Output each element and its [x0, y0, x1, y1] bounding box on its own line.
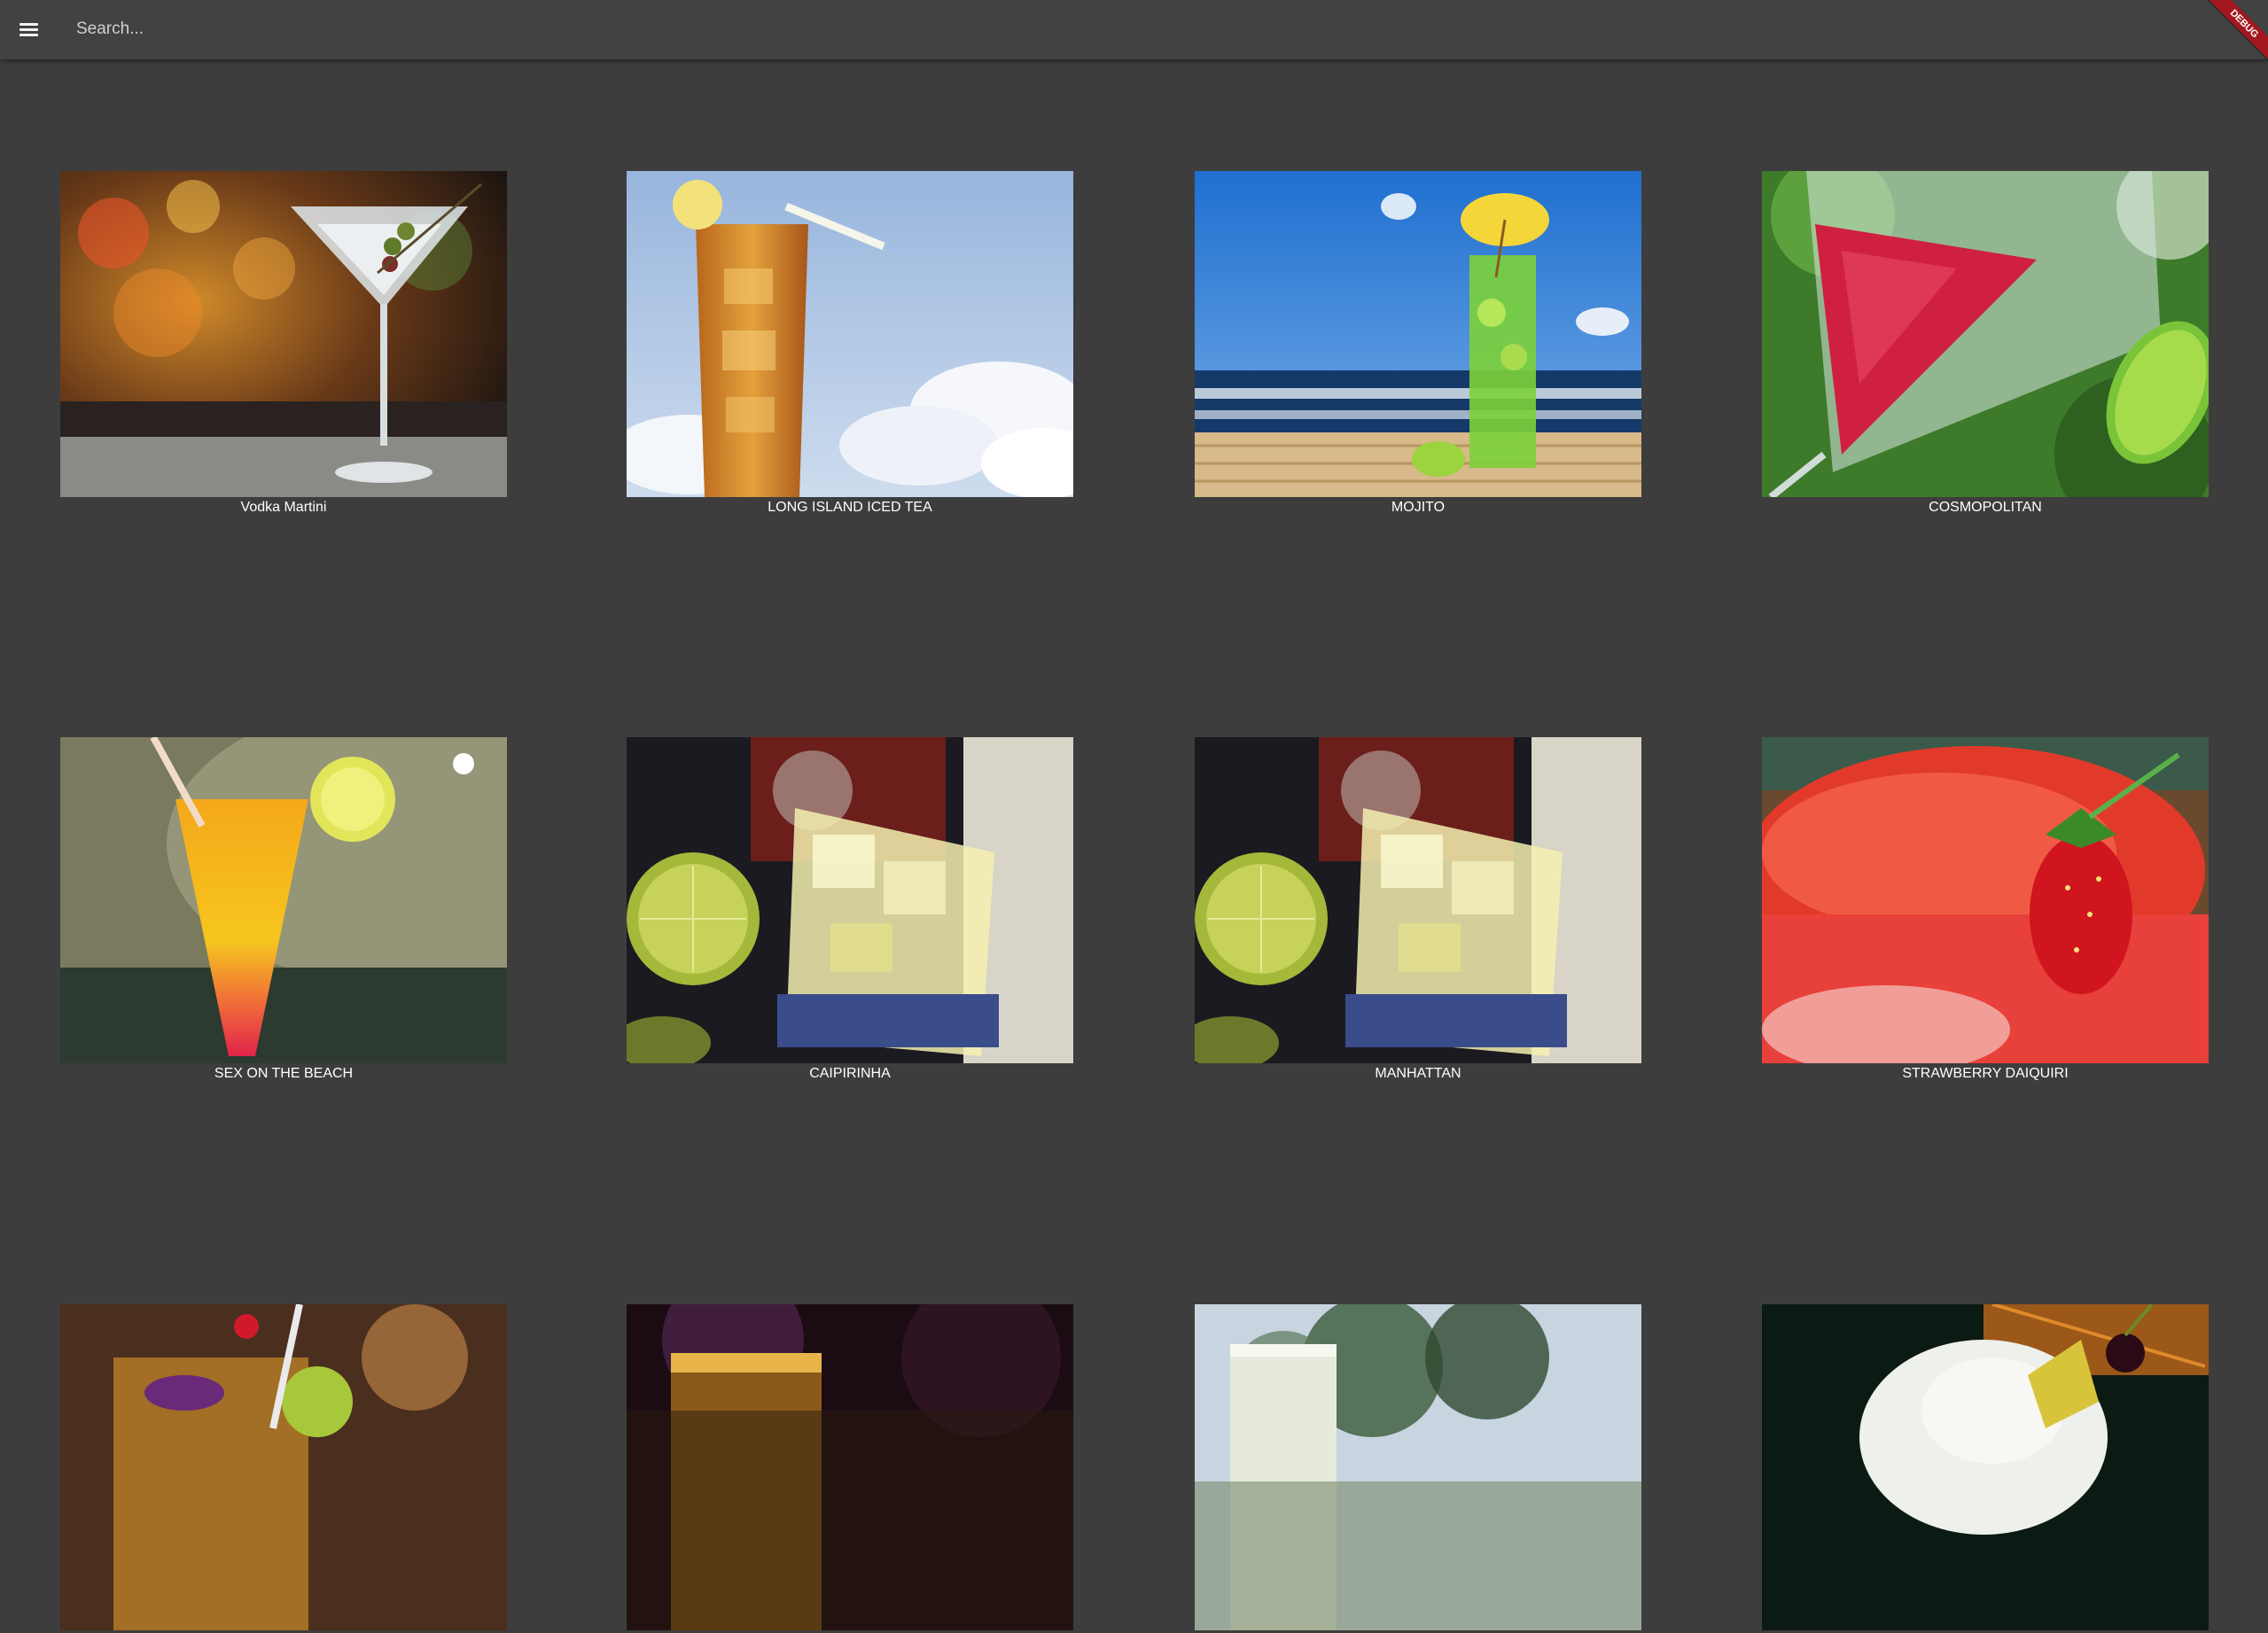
drink-photo — [60, 1304, 507, 1630]
drink-name: MANHATTAN — [1375, 1066, 1461, 1081]
drink-card[interactable]: MOJITO — [1195, 171, 1641, 516]
drink-photo — [60, 737, 507, 1063]
drink-card[interactable]: LONG ISLAND ICED TEA — [627, 171, 1073, 516]
drink-name: STRAWBERRY DAIQUIRI — [1902, 1066, 2069, 1081]
drink-photo — [1762, 171, 2209, 497]
drink-card[interactable] — [60, 1304, 507, 1633]
drink-photo — [1762, 1304, 2209, 1630]
menu-icon-bar — [19, 34, 38, 36]
drink-photo — [627, 171, 1073, 497]
drink-name: COSMOPOLITAN — [1929, 500, 2042, 515]
drink-grid: Vodka Martini LONG ISLAND ICED TEA MOJIT… — [0, 59, 2268, 1630]
drink-photo — [60, 171, 507, 497]
app-bar — [0, 0, 2268, 59]
drink-name: MOJITO — [1391, 500, 1446, 515]
drink-photo — [627, 1304, 1073, 1630]
menu-icon-bar — [19, 28, 38, 31]
drink-name: LONG ISLAND ICED TEA — [768, 500, 932, 515]
drink-card[interactable] — [1195, 1304, 1641, 1633]
debug-banner: DEBUG — [2206, 0, 2268, 62]
menu-icon[interactable] — [12, 16, 44, 44]
drink-name: CAIPIRINHA — [809, 1066, 891, 1081]
drink-card[interactable]: MANHATTAN — [1195, 737, 1641, 1082]
drink-photo — [627, 737, 1073, 1063]
drink-photo — [1195, 171, 1641, 497]
drink-card[interactable]: COSMOPOLITAN — [1762, 171, 2209, 516]
drink-card[interactable]: Vodka Martini — [60, 171, 507, 516]
drink-name: SEX ON THE BEACH — [214, 1066, 354, 1081]
menu-icon-bar — [19, 23, 38, 26]
debug-banner-label: DEBUG — [2206, 0, 2268, 62]
drink-card[interactable] — [627, 1304, 1073, 1633]
drink-card[interactable]: SEX ON THE BEACH — [60, 737, 507, 1082]
drink-card[interactable]: STRAWBERRY DAIQUIRI — [1762, 737, 2209, 1082]
drink-card[interactable] — [1762, 1304, 2209, 1633]
search-input[interactable] — [76, 14, 2115, 44]
drink-name: Vodka Martini — [240, 500, 327, 515]
drink-photo — [1762, 737, 2209, 1063]
drink-card[interactable]: CAIPIRINHA — [627, 737, 1073, 1082]
drink-photo — [1195, 1304, 1641, 1630]
drink-photo — [1195, 737, 1641, 1063]
